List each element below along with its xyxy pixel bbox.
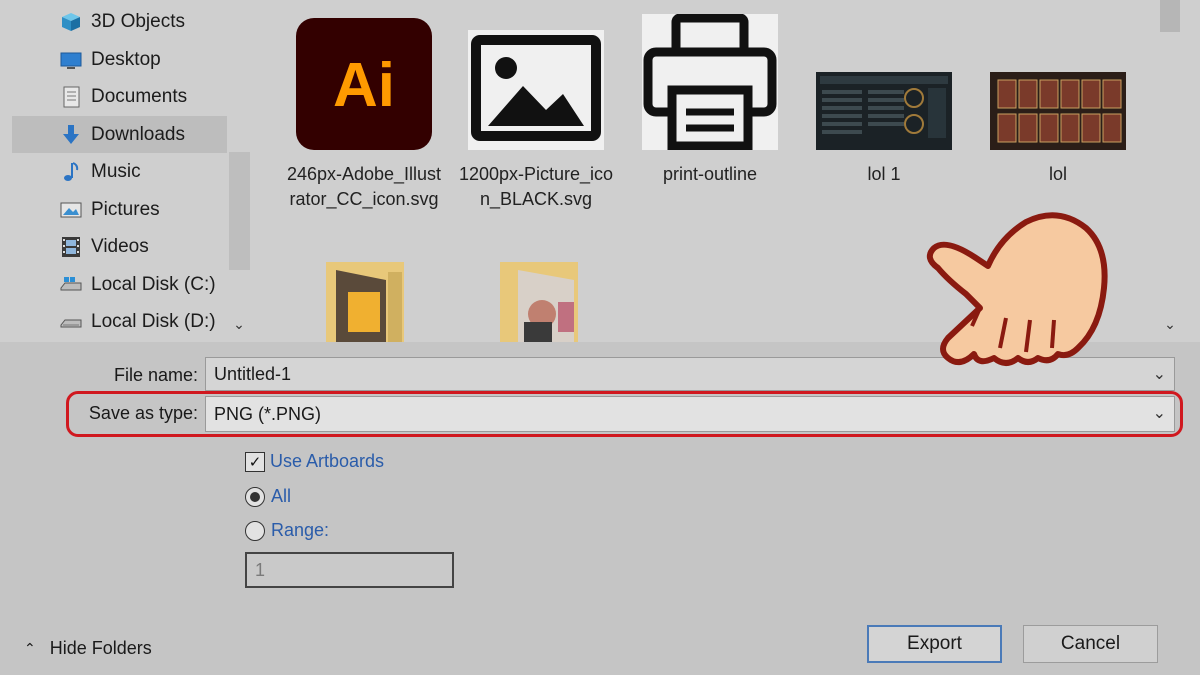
desktop-icon	[60, 49, 82, 71]
file-name-value: Untitled-1	[214, 363, 292, 384]
file-item[interactable]: print-outline	[630, 14, 790, 187]
printer-icon	[642, 14, 778, 150]
hide-folders-button[interactable]: ⌃ Hide Folders	[24, 638, 152, 659]
chevron-down-icon[interactable]: ⌄	[1153, 364, 1166, 384]
file-label: lol	[1048, 164, 1067, 184]
picture-icon	[468, 30, 604, 150]
nav-item-label: Videos	[91, 235, 149, 257]
nav-item-videos[interactable]: Videos	[12, 228, 227, 265]
folder-item[interactable]	[456, 262, 616, 342]
svg-text:Ai: Ai	[333, 51, 395, 120]
chevron-down-icon[interactable]: ⌄	[1160, 316, 1180, 336]
adobe-illustrator-icon: Ai	[296, 18, 432, 150]
folder-icon	[468, 262, 604, 342]
checkmark-icon[interactable]: ✓	[245, 451, 265, 472]
nav-item-label: 3D Objects	[91, 10, 185, 32]
cancel-button[interactable]: Cancel	[1023, 625, 1158, 663]
nav-item-label: Documents	[91, 85, 188, 107]
chevron-down-icon[interactable]: ⌄	[229, 316, 249, 336]
documents-icon	[60, 86, 82, 108]
file-name-label: File name:	[113, 365, 198, 385]
file-item[interactable]: Ai 246px-Adobe_Illustrator_CC_icon.svg	[284, 18, 444, 212]
file-item[interactable]: lol 1	[804, 72, 964, 187]
pointing-hand-icon	[926, 212, 1108, 366]
screenshot-thumbnail	[990, 72, 1126, 150]
file-list-scrollbar-thumb[interactable]	[1160, 0, 1180, 32]
nav-item-label: Pictures	[91, 198, 160, 220]
file-list-scrollbar[interactable]	[1159, 0, 1181, 342]
folder-item[interactable]	[284, 262, 444, 342]
use-artboards-checkbox[interactable]: ✓ Use Artboards	[245, 451, 384, 472]
nav-item-documents[interactable]: Documents	[12, 78, 227, 115]
nav-item-label: Local Disk (C:)	[91, 273, 216, 295]
disk-icon	[60, 274, 82, 296]
use-artboards-label: Use Artboards	[270, 451, 385, 471]
radio-selected-icon[interactable]	[245, 486, 265, 507]
nav-item-label: Local Disk (D:)	[91, 310, 216, 332]
export-button[interactable]: Export	[867, 625, 1002, 663]
cube-icon	[60, 11, 82, 33]
nav-item-downloads[interactable]: Downloads	[12, 116, 227, 153]
nav-item-pictures[interactable]: Pictures	[12, 191, 227, 228]
file-label: lol 1	[867, 164, 901, 184]
file-item[interactable]: 1200px-Picture_icon_BLACK.svg	[456, 30, 616, 212]
nav-item-desktop[interactable]: Desktop	[12, 41, 227, 78]
all-radio[interactable]: All	[245, 486, 291, 507]
range-radio[interactable]: Range:	[245, 520, 329, 541]
nav-item-3d-objects[interactable]: 3D Objects	[12, 3, 227, 40]
range-input[interactable]: 1	[245, 552, 454, 588]
file-label: 246px-Adobe_Illustrator_CC_icon.svg	[286, 164, 442, 209]
range-label: Range:	[271, 520, 330, 540]
disk-icon	[60, 311, 82, 333]
radio-icon[interactable]	[245, 520, 265, 541]
download-arrow-icon	[60, 124, 82, 146]
hide-folders-label: Hide Folders	[49, 638, 152, 658]
all-label: All	[271, 486, 292, 506]
screenshot-thumbnail	[816, 72, 952, 150]
navigation-pane: 3D Objects Desktop Documents Downloads M…	[0, 0, 252, 342]
file-label: print-outline	[662, 164, 758, 184]
file-label: 1200px-Picture_icon_BLACK.svg	[458, 164, 614, 209]
pictures-icon	[60, 199, 82, 221]
chevron-up-icon: ⌃	[24, 640, 36, 656]
folder-icon	[296, 262, 432, 342]
nav-item-local-disk-d[interactable]: Local Disk (D:)	[12, 303, 227, 340]
nav-item-label: Music	[91, 160, 141, 182]
file-item[interactable]: lol	[978, 72, 1138, 187]
music-note-icon	[60, 161, 82, 183]
nav-item-label: Desktop	[91, 48, 161, 70]
nav-scrollbar-thumb[interactable]	[229, 152, 250, 270]
film-icon	[60, 236, 82, 258]
nav-item-local-disk-c[interactable]: Local Disk (C:)	[12, 266, 227, 303]
nav-item-music[interactable]: Music	[12, 153, 227, 190]
nav-item-label: Downloads	[91, 123, 185, 145]
highlight-outline	[66, 391, 1183, 437]
